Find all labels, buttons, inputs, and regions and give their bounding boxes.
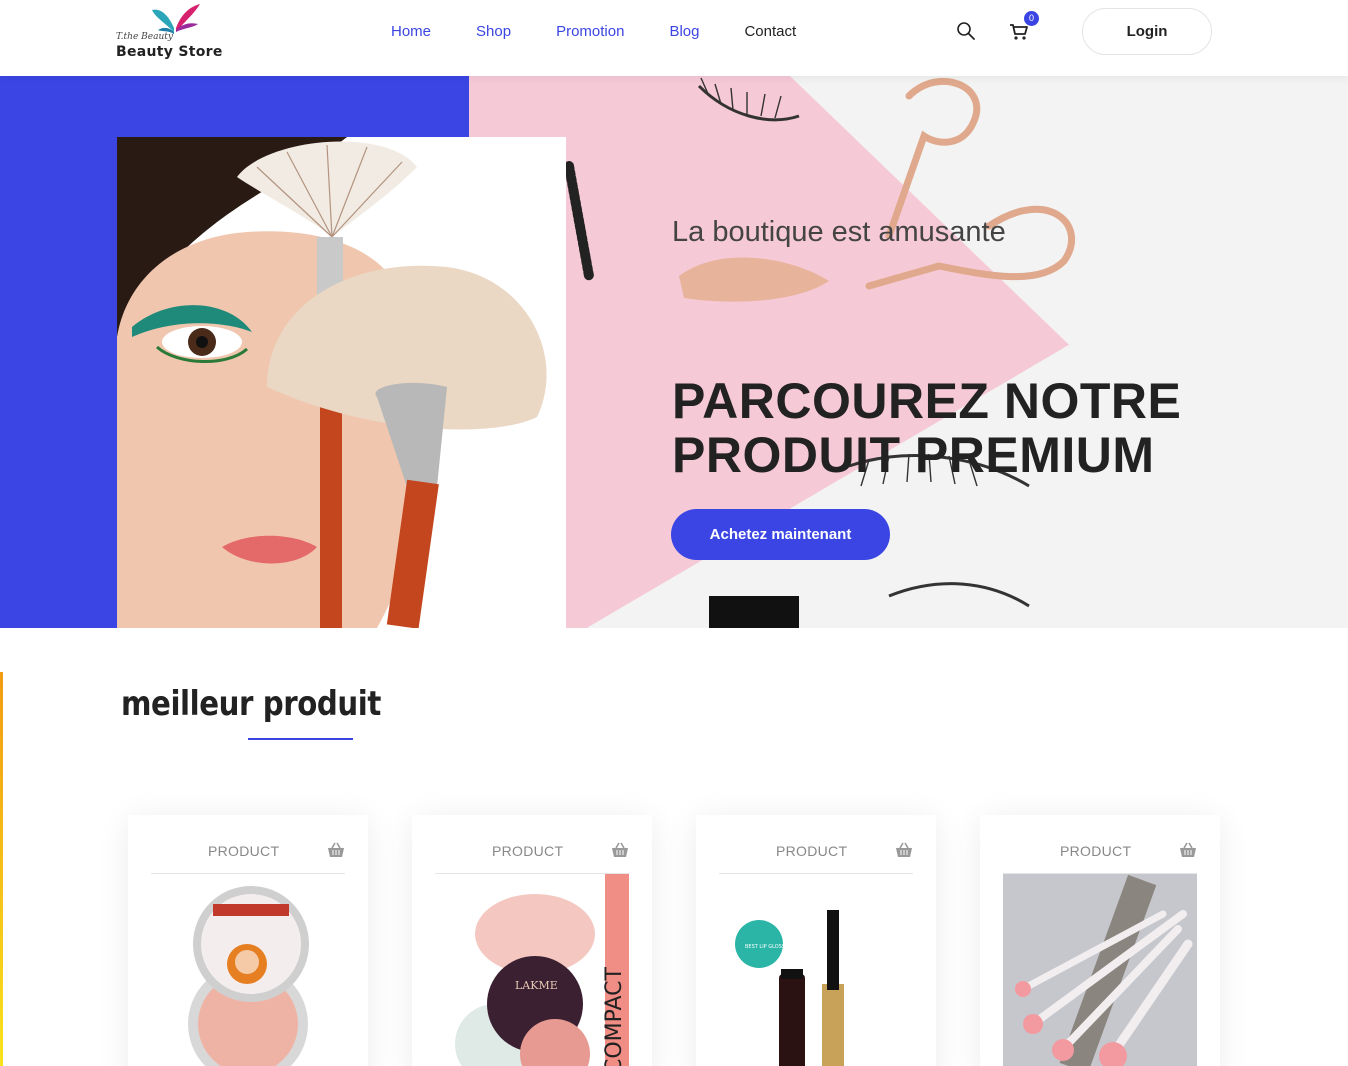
product-label: PRODUCT (776, 843, 848, 859)
product-label: PRODUCT (1060, 843, 1132, 859)
eyelash-curler-illustration (564, 77, 1076, 628)
nav-blog[interactable]: Blog (669, 22, 699, 42)
model-with-brushes-image (117, 137, 566, 628)
section-title-underline (248, 738, 353, 740)
logo[interactable]: T.the Beauty Beauty Store (116, 2, 226, 64)
shop-now-button[interactable]: Achetez maintenant (671, 509, 890, 560)
butterfly-icon (152, 4, 200, 34)
lakme-text: LAKME (515, 979, 558, 992)
nav-contact[interactable]: Contact (744, 22, 796, 42)
nav-shop[interactable]: Shop (476, 22, 511, 42)
login-button[interactable]: Login (1082, 8, 1212, 55)
hero-title-line1: PARCOUREZ NOTRE (672, 373, 1182, 429)
section-title: meilleur produit (121, 684, 381, 724)
product-card[interactable]: PRODUCT BEST LIP GLOSS (696, 815, 936, 1066)
basket-icon[interactable] (1179, 842, 1197, 858)
product-card[interactable]: PRODUCT (128, 815, 368, 1066)
gloss-text: BEST LIP GLOSS (745, 944, 785, 950)
main-nav: Home Shop Promotion Blog Contact (391, 22, 841, 42)
cart-count-badge: 0 (1024, 11, 1039, 26)
product-label: PRODUCT (492, 843, 564, 859)
product-image (151, 874, 345, 1066)
basket-icon[interactable] (895, 842, 913, 858)
hero-background-image (469, 76, 1348, 628)
hero-model-photo (117, 137, 566, 628)
nav-home[interactable]: Home (391, 22, 431, 42)
search-icon[interactable] (956, 21, 976, 41)
product-label: PRODUCT (208, 843, 280, 859)
site-header: T.the Beauty Beauty Store Home Shop Prom… (0, 0, 1348, 76)
product-image: BEST LIP GLOSS (719, 874, 913, 1066)
basket-icon[interactable] (611, 842, 629, 858)
product-image: COMPACT LAKME (435, 874, 629, 1066)
compact-text: COMPACT (602, 966, 627, 1066)
hero-banner: La boutique est amusante PARCOUREZ NOTRE… (0, 76, 1348, 628)
left-accent-line (0, 672, 3, 1066)
hero-subtitle: La boutique est amusante (672, 216, 1006, 248)
product-card[interactable]: PRODUCT (980, 815, 1220, 1066)
hero-title: PARCOUREZ NOTRE PRODUIT PREMIUM (672, 374, 1232, 482)
nav-promotion[interactable]: Promotion (556, 22, 624, 42)
product-card[interactable]: PRODUCT COMPACT LAKME (412, 815, 652, 1066)
hero-title-line2: PRODUIT PREMIUM (672, 427, 1155, 483)
logo-tagline: T.the Beauty (116, 32, 173, 42)
product-image (1003, 874, 1197, 1066)
basket-icon[interactable] (327, 842, 345, 858)
logo-name: Beauty Store (116, 44, 223, 60)
